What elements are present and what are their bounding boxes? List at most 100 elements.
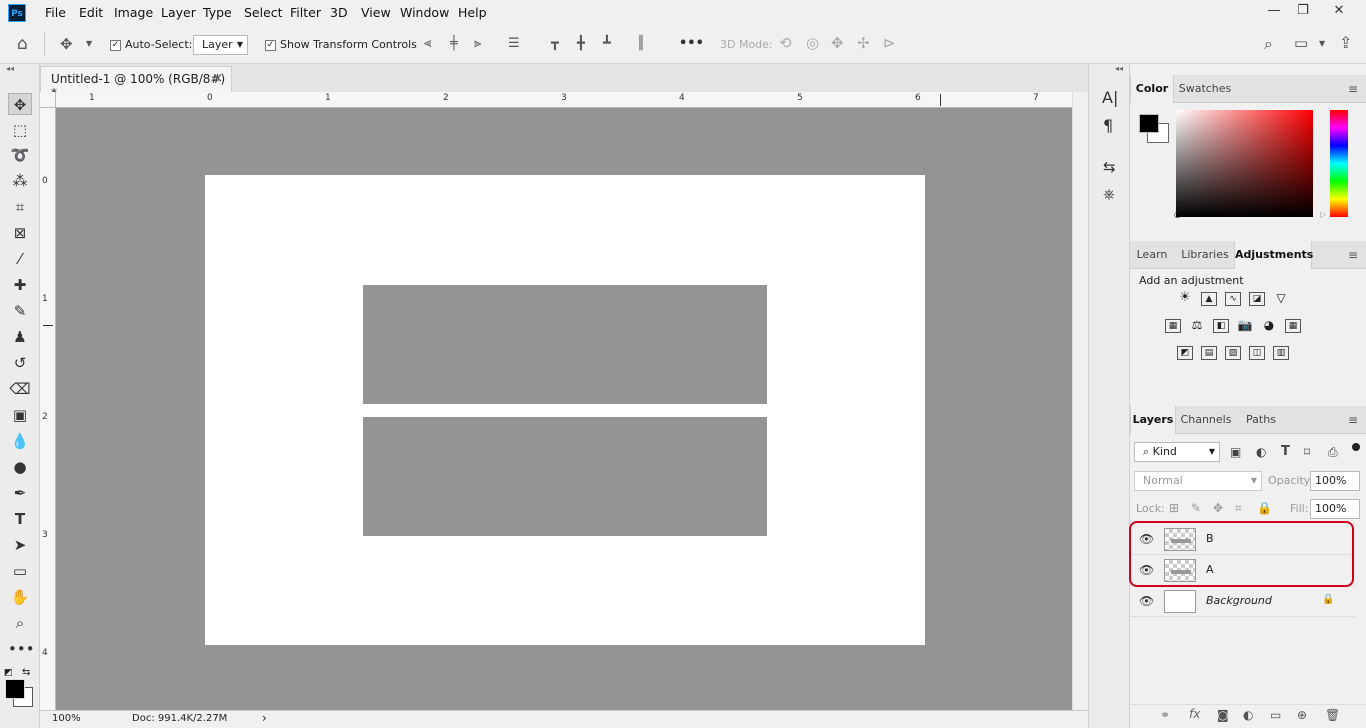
lasso-tool[interactable]: ➰ — [8, 144, 32, 166]
ruler-origin[interactable] — [40, 92, 56, 108]
close-tab-icon[interactable]: × — [212, 71, 223, 86]
stamp-tool[interactable]: ♟ — [8, 326, 32, 348]
eraser-tool[interactable]: ⌫ — [8, 378, 32, 400]
hue-slider-handle[interactable]: ▷ — [1320, 210, 1326, 219]
document-tab[interactable]: Untitled-1 @ 100% (RGB/8#) * × — [40, 66, 232, 100]
shape-layer-a[interactable] — [363, 417, 767, 536]
auto-select-checkbox[interactable]: ✓ — [110, 40, 121, 51]
black-white-icon[interactable]: ◧ — [1213, 319, 1229, 333]
move-tool[interactable]: ✥ — [8, 93, 32, 115]
3d-roll-icon[interactable]: ◎ — [806, 34, 819, 52]
transform-controls-checkbox[interactable]: ✓ — [265, 40, 276, 51]
layer-mask-icon[interactable]: ◙ — [1217, 708, 1229, 722]
menu-view[interactable]: View — [361, 5, 391, 20]
horizontal-ruler[interactable]: 1 0 1 2 3 4 5 6 7 — [56, 92, 1072, 108]
hue-slider[interactable] — [1330, 110, 1348, 217]
hue-saturation-icon[interactable]: ▦ — [1165, 319, 1181, 333]
vibrance-icon[interactable]: ▽ — [1273, 292, 1289, 306]
filter-adjustment-icon[interactable]: ◐ — [1256, 445, 1266, 459]
document-canvas[interactable] — [205, 175, 925, 645]
lock-position-icon[interactable]: ✥ — [1213, 501, 1223, 515]
group-folder-icon[interactable]: ▭ — [1270, 708, 1281, 722]
color-panel-foreground-swatch[interactable] — [1139, 114, 1159, 133]
menu-help[interactable]: Help — [458, 5, 487, 20]
move-tool-icon[interactable]: ✥ — [60, 35, 73, 53]
search-icon[interactable]: ⌕ — [1264, 34, 1273, 54]
color-spectrum-field[interactable] — [1176, 110, 1313, 217]
new-layer-icon[interactable]: ⊕ — [1297, 708, 1307, 722]
marquee-tool[interactable]: ⬚ — [8, 119, 32, 141]
chevron-down-icon[interactable]: ▼ — [1319, 39, 1325, 48]
filter-shape-icon[interactable]: ⌑ — [1304, 445, 1310, 459]
home-icon[interactable]: ⌂ — [17, 34, 28, 54]
opacity-input[interactable]: 100% — [1310, 471, 1360, 491]
3d-pan-icon[interactable]: ✥ — [831, 34, 844, 52]
eye-icon[interactable]: 👁 — [1139, 594, 1154, 608]
rectangle-tool[interactable]: ▭ — [8, 560, 32, 582]
selective-color-icon[interactable]: ▥ — [1273, 346, 1289, 360]
tab-layers[interactable]: Layers — [1130, 406, 1176, 434]
align-center-h-icon[interactable]: ╪ — [450, 36, 458, 51]
align-top-icon[interactable]: ┳ — [551, 36, 559, 51]
zoom-tool[interactable]: ⌕ — [8, 612, 32, 634]
channel-mixer-icon[interactable]: ◕ — [1261, 319, 1277, 333]
path-selection-tool[interactable]: ➤ — [8, 534, 32, 556]
shape-layer-b[interactable] — [363, 285, 767, 404]
gradient-tool[interactable]: ▣ — [8, 404, 32, 426]
brightness-contrast-icon[interactable]: ☀ — [1177, 291, 1193, 306]
3d-slide-icon[interactable]: ✢ — [857, 34, 870, 52]
vertical-scrollbar[interactable] — [1072, 92, 1088, 710]
exposure-icon[interactable]: ◪ — [1249, 292, 1265, 306]
frame-tool[interactable]: ⊠ — [8, 222, 32, 244]
align-left-icon[interactable]: ⫷ — [424, 36, 431, 51]
brush-tool[interactable]: ✎ — [8, 300, 32, 322]
menu-3d[interactable]: 3D — [330, 5, 348, 20]
layer-row-background[interactable]: 👁 Background 🔒 — [1130, 586, 1355, 617]
restore-button[interactable]: ❐ — [1288, 1, 1318, 21]
threshold-icon[interactable]: ▨ — [1225, 346, 1241, 360]
menu-type[interactable]: Type — [203, 5, 232, 20]
chevron-down-icon[interactable]: ▼ — [86, 39, 92, 48]
fx-icon[interactable]: fx — [1189, 707, 1200, 721]
expand-panels-icon[interactable]: ◂◂ — [1115, 64, 1123, 73]
align-right-icon[interactable]: ⫸ — [474, 36, 481, 51]
3d-panel-icon[interactable]: ⎈ — [1103, 185, 1115, 203]
panel-menu-icon[interactable]: ≡ — [1348, 82, 1358, 96]
menu-select[interactable]: Select — [244, 5, 283, 20]
lock-artboard-icon[interactable]: ⌗ — [1235, 501, 1242, 516]
history-panel-icon[interactable]: ⇆ — [1103, 158, 1116, 176]
vertical-ruler[interactable]: 0 1 2 3 4 — [40, 108, 56, 710]
photo-filter-icon[interactable]: 📷 — [1237, 319, 1253, 333]
filter-type-icon[interactable]: T — [1281, 444, 1290, 459]
type-tool[interactable]: T — [8, 508, 32, 530]
fill-input[interactable]: 100% — [1310, 499, 1360, 519]
align-bottom-icon[interactable]: ┻ — [603, 36, 611, 51]
align-middle-v-icon[interactable]: ╋ — [577, 36, 585, 51]
status-menu-arrow[interactable]: › — [262, 711, 267, 725]
tab-adjustments[interactable]: Adjustments — [1234, 241, 1313, 269]
share-icon[interactable]: ⇪ — [1339, 33, 1352, 52]
levels-icon[interactable]: ▲ — [1201, 292, 1217, 306]
tab-channels[interactable]: Channels — [1178, 406, 1234, 434]
3d-scale-icon[interactable]: ⊳ — [883, 34, 896, 52]
menu-image[interactable]: Image — [114, 5, 153, 20]
default-colors-icon[interactable]: ◩ — [4, 668, 13, 678]
lock-all-icon[interactable]: 🔒 — [1257, 501, 1272, 515]
distribute-horizontal-icon[interactable]: ║ — [637, 36, 645, 51]
collapse-toolbar-icon[interactable]: ◂◂ — [6, 64, 14, 73]
trash-icon[interactable]: 🗑 — [1325, 708, 1340, 722]
more-options-icon[interactable]: ••• — [679, 36, 704, 51]
color-lookup-icon[interactable]: ▦ — [1285, 319, 1301, 333]
minimize-button[interactable]: — — [1259, 1, 1289, 21]
auto-select-target-select[interactable]: Layer ▼ — [193, 35, 248, 55]
color-balance-icon[interactable]: ⚖ — [1189, 319, 1205, 333]
layer-filter-kind-select[interactable]: ⌕ Kind ▼ — [1134, 442, 1220, 462]
lock-image-icon[interactable]: ✎ — [1191, 501, 1201, 515]
workspace-icon[interactable]: ▭ — [1294, 34, 1308, 52]
edit-toolbar-icon[interactable]: ••• — [8, 638, 35, 660]
zoom-level[interactable]: 100% — [52, 713, 81, 724]
menu-layer[interactable]: Layer — [161, 5, 196, 20]
posterize-icon[interactable]: ▤ — [1201, 346, 1217, 360]
tab-learn[interactable]: Learn — [1130, 241, 1174, 269]
tab-libraries[interactable]: Libraries — [1176, 241, 1234, 269]
